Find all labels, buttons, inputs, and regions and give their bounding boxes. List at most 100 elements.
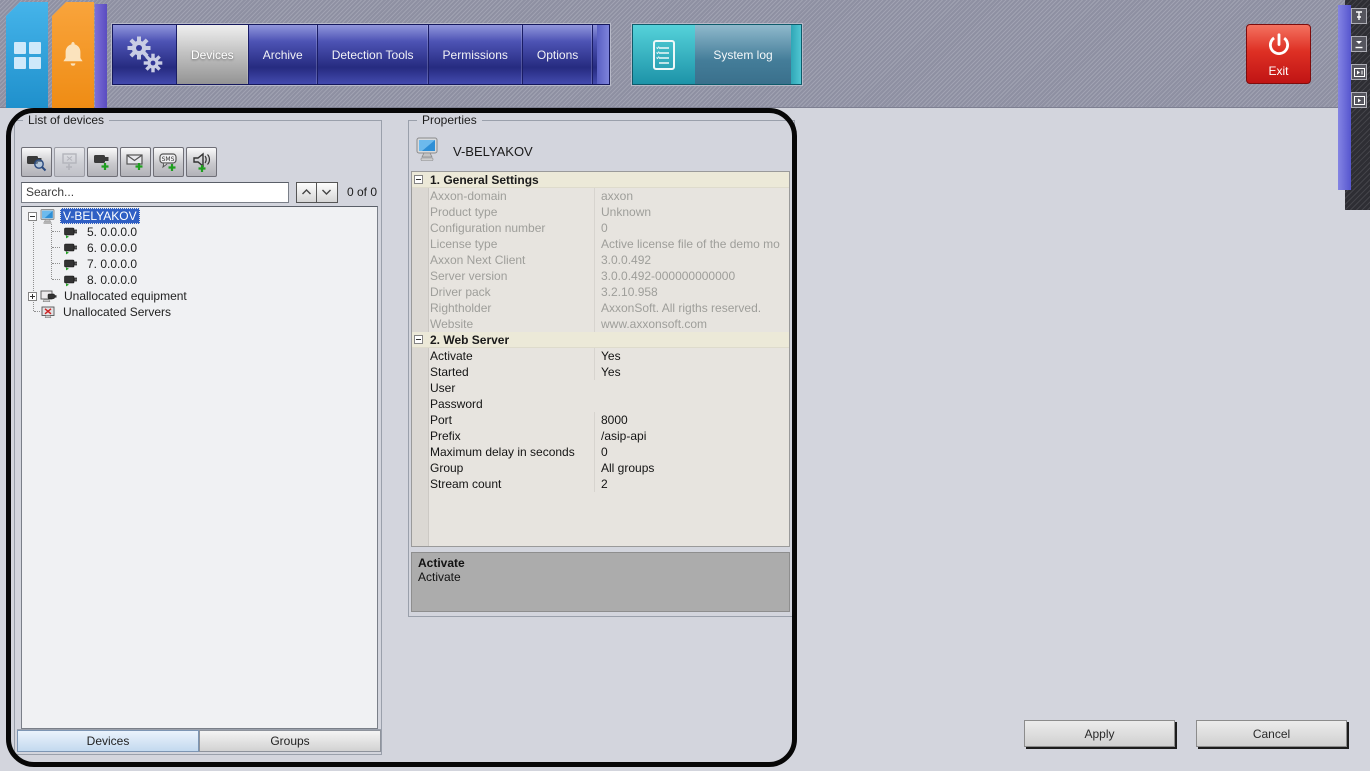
property-row[interactable]: Server version 3.0.0.492-000000000000 (412, 268, 789, 284)
server-monitor-icon (415, 137, 441, 166)
camera-icon (64, 242, 80, 255)
property-row[interactable]: Product type Unknown (412, 204, 789, 220)
property-row[interactable]: Axxon-domain axxon (412, 188, 789, 204)
cancel-button[interactable]: Cancel (1196, 720, 1347, 747)
list-of-devices-panel: List of devices SMS 0 of 0 V-BELYAKOV5. … (14, 113, 382, 755)
tree-guide (51, 224, 52, 279)
tree-expander[interactable] (28, 291, 37, 301)
tree-view-tabs: Devices Groups (17, 729, 381, 752)
property-name: Activate (430, 349, 473, 363)
tab-groups-view[interactable]: Groups (199, 730, 381, 752)
tree-item-label: V-BELYAKOV (60, 208, 140, 224)
property-value: axxon (594, 188, 789, 204)
property-row[interactable]: Password (412, 396, 789, 412)
property-row[interactable]: Started Yes (412, 364, 789, 380)
settings-gears-icon (113, 25, 177, 84)
property-row[interactable]: Stream count 2 (412, 476, 789, 492)
property-row[interactable]: Activate Yes (412, 348, 789, 364)
monitor-x-icon (40, 306, 56, 319)
find-previous-button[interactable] (295, 181, 317, 203)
add-speaker-button[interactable] (186, 147, 217, 177)
tree-item[interactable]: Unallocated equipment (22, 288, 377, 304)
alarm-bell-icon (60, 40, 86, 71)
property-value: All groups (594, 460, 789, 476)
system-log-icon (633, 25, 695, 84)
properties-title: Properties (417, 113, 482, 127)
panel-detach-button[interactable] (1351, 64, 1367, 80)
search-row: 0 of 0 (21, 181, 377, 203)
tree-item[interactable]: Unallocated Servers (22, 304, 377, 320)
power-icon (1265, 31, 1293, 62)
add-sms-button[interactable]: SMS (153, 147, 184, 177)
property-name: Configuration number (430, 221, 546, 235)
tab-archive[interactable]: Archive (249, 25, 318, 84)
property-description-text: Activate (418, 570, 461, 584)
tab-options[interactable]: Options (523, 25, 594, 84)
add-camera-button[interactable] (87, 147, 118, 177)
tree-item[interactable]: 5. 0.0.0.0 (22, 224, 377, 240)
monitor-camera-icon (40, 290, 57, 303)
property-name: Driver pack (430, 285, 491, 299)
property-name: Product type (430, 205, 498, 219)
pin-button[interactable] (1351, 8, 1367, 24)
panel-play-button[interactable] (1351, 92, 1367, 108)
category-collapse-icon[interactable] (414, 175, 423, 184)
tree-item[interactable]: 8. 0.0.0.0 (22, 272, 377, 288)
property-name: License type (430, 237, 498, 251)
camera-icon (64, 258, 80, 271)
property-row[interactable]: User (412, 380, 789, 396)
tree-item-label: Unallocated Servers (63, 305, 172, 319)
add-email-button[interactable] (120, 147, 151, 177)
tree-expander[interactable] (28, 211, 37, 221)
property-value: 8000 (594, 412, 789, 428)
dock-handle[interactable] (1338, 5, 1351, 190)
property-value: 3.0.0.492-000000000000 (594, 268, 789, 284)
property-value: 0 (594, 220, 789, 236)
system-log-label: System log (695, 25, 791, 84)
property-row[interactable]: Group All groups (412, 460, 789, 476)
exit-button[interactable]: Exit (1246, 24, 1311, 84)
property-value: Unknown (594, 204, 789, 220)
category-collapse-icon[interactable] (414, 335, 423, 344)
property-grid: 1. General Settings Axxon-domain axxon Prod… (411, 171, 790, 547)
property-row[interactable]: Driver pack 3.2.10.958 (412, 284, 789, 300)
layouts-tab[interactable] (6, 2, 48, 108)
tree-item-label: 7. 0.0.0.0 (87, 257, 138, 271)
tree-item[interactable]: 6. 0.0.0.0 (22, 240, 377, 256)
find-next-button[interactable] (316, 181, 338, 203)
property-name: Group (430, 461, 464, 475)
property-name: Stream count (430, 477, 502, 491)
property-row[interactable]: Port 8000 (412, 412, 789, 428)
apply-button[interactable]: Apply (1024, 720, 1175, 747)
tab-devices-view[interactable]: Devices (17, 730, 199, 752)
property-row[interactable]: Rightholder AxxonSoft. All rigths reserve… (412, 300, 789, 316)
system-log-button[interactable]: System log (632, 24, 802, 85)
property-row[interactable]: License type Active license file of the d… (412, 236, 789, 252)
property-row[interactable]: Axxon Next Client 3.0.0.492 (412, 252, 789, 268)
search-input[interactable] (21, 181, 289, 203)
device-discovery-button[interactable] (21, 147, 52, 177)
property-name: Started (430, 365, 469, 379)
tree-item[interactable]: 7. 0.0.0.0 (22, 256, 377, 272)
tab-devices[interactable]: Devices (177, 25, 249, 84)
property-row[interactable]: Website www.axxonsoft.com (412, 316, 789, 332)
add-group-button-disabled (54, 147, 85, 177)
property-row[interactable]: Maximum delay in seconds 0 (412, 444, 789, 460)
device-tree: V-BELYAKOV 5. 0.0.0.0 6. 0.0.0.0 7. 0.0.0.0… (21, 206, 378, 729)
tab-detection-tools[interactable]: Detection Tools (318, 25, 429, 84)
list-of-devices-title: List of devices (23, 113, 110, 127)
property-row[interactable]: Configuration number 0 (412, 220, 789, 236)
property-category-row[interactable]: 2. Web Server (412, 332, 789, 348)
top-bar: Devices Archive Detection Tools Permissi… (0, 0, 1370, 108)
property-category-row[interactable]: 1. General Settings (412, 172, 789, 188)
property-row[interactable]: Prefix/asip-api (412, 428, 789, 444)
property-value: Active license file of the demo mo (594, 236, 789, 252)
tree-item-label: Unallocated equipment (64, 289, 187, 303)
layout-grid-icon (13, 41, 41, 69)
tab-permissions[interactable]: Permissions (429, 25, 523, 84)
property-name: Password (430, 397, 483, 411)
tree-item[interactable]: V-BELYAKOV (22, 208, 377, 224)
collapse-button[interactable] (1351, 36, 1367, 52)
alarms-tab[interactable] (52, 2, 94, 108)
property-value: /asip-api (594, 428, 789, 444)
